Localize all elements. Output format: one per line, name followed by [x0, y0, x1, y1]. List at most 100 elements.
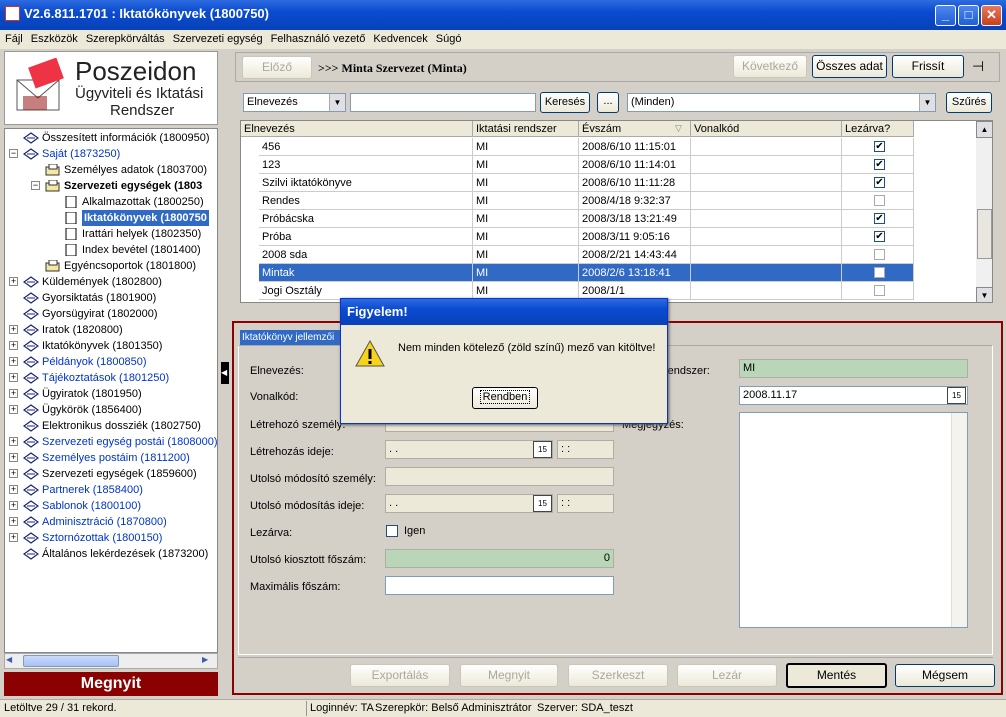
expand-icon[interactable]: + — [9, 389, 18, 398]
tree-item[interactable]: + Küldemények (1802800) — [5, 274, 217, 290]
tree-item[interactable]: + Szervezeti egységek (1859600) — [5, 466, 217, 482]
scroll-right-icon[interactable]: ▶ — [202, 655, 216, 667]
checked-checkbox[interactable]: ✔ — [874, 159, 885, 170]
table-cell[interactable]: Szilvi iktatókönyve — [259, 174, 473, 192]
calendar-icon[interactable]: 15 — [533, 441, 552, 458]
expand-icon[interactable]: + — [9, 325, 18, 334]
note-scrollbar[interactable] — [951, 413, 967, 627]
table-cell[interactable]: MI — [473, 264, 579, 282]
expand-icon[interactable]: + — [9, 405, 18, 414]
scroll-thumb[interactable] — [23, 655, 119, 667]
expand-icon[interactable]: + — [9, 485, 18, 494]
maximize-button[interactable]: □ — [958, 5, 979, 26]
table-cell[interactable]: 456 — [259, 138, 473, 156]
expand-icon[interactable]: + — [9, 501, 18, 510]
calendar-icon[interactable]: 15 — [533, 495, 552, 512]
table-cell[interactable] — [691, 138, 842, 156]
filter-select[interactable]: (Minden) ▼ — [627, 93, 936, 112]
column-header[interactable]: Iktatási rendszer — [473, 121, 579, 137]
expand-icon[interactable]: + — [9, 373, 18, 382]
collapse-panel-icon[interactable]: ◀ — [221, 362, 229, 384]
sort-icon[interactable]: ▽ — [675, 123, 682, 134]
checked-checkbox[interactable]: ✔ — [874, 213, 885, 224]
expand-icon[interactable]: + — [9, 341, 18, 350]
table-cell[interactable] — [691, 174, 842, 192]
table-cell[interactable]: MI — [473, 192, 579, 210]
save-button[interactable]: Mentés — [786, 663, 887, 688]
table-cell[interactable]: MI — [473, 156, 579, 174]
tree-item[interactable]: Általános lekérdezések (1873200) — [5, 546, 217, 562]
table-cell[interactable]: 2008/4/18 9:32:37 — [579, 192, 691, 210]
search-button[interactable]: Keresés — [540, 92, 590, 113]
table-cell[interactable]: 2008/3/11 9:05:16 — [579, 228, 691, 246]
expand-icon[interactable]: + — [9, 533, 18, 542]
tree-item[interactable]: Elektronikus dossziék (1802750) — [5, 418, 217, 434]
table-cell[interactable]: 2008/6/10 11:11:28 — [579, 174, 691, 192]
checked-checkbox[interactable]: ✔ — [874, 141, 885, 152]
expand-icon[interactable]: + — [9, 277, 18, 286]
table-cell[interactable]: Rendes — [259, 192, 473, 210]
table-cell[interactable]: Próba — [259, 228, 473, 246]
date-field[interactable]: 2008.11.17 — [739, 386, 968, 405]
tree-item[interactable]: Személyes adatok (1803700) — [5, 162, 217, 178]
expand-icon[interactable]: + — [9, 469, 18, 478]
tree-item[interactable]: Index bevétel (1801400) — [5, 242, 217, 258]
all-data-button[interactable]: Összes adat — [812, 55, 887, 78]
unchecked-checkbox[interactable] — [874, 285, 885, 296]
expand-icon[interactable]: + — [9, 357, 18, 366]
scroll-down-icon[interactable]: ▼ — [976, 287, 992, 302]
tree-item[interactable]: + Tájékoztatások (1801250) — [5, 370, 217, 386]
refresh-button[interactable]: Frissít — [892, 55, 964, 78]
menu-role-switch[interactable]: Szerepkörváltás — [81, 30, 168, 45]
calendar-icon[interactable]: 15 — [947, 387, 966, 404]
scroll-left-icon[interactable]: ◀ — [6, 655, 20, 667]
table-cell[interactable]: 2008 sda — [259, 246, 473, 264]
tree-item[interactable]: + Adminisztráció (1870800) — [5, 514, 217, 530]
max-main-number-field[interactable] — [385, 576, 614, 595]
collapse-icon[interactable]: − — [31, 181, 40, 190]
table-cell[interactable] — [691, 282, 842, 300]
table-cell[interactable]: 2008/2/21 14:43:44 — [579, 246, 691, 264]
tree-item[interactable]: − Szervezeti egységek (1803 — [5, 178, 217, 194]
column-header[interactable]: Vonalkód — [691, 121, 842, 137]
tab-properties[interactable]: Iktatókönyv jellemzői — [240, 330, 342, 345]
minimize-button[interactable]: _ — [935, 5, 956, 26]
menu-org-unit[interactable]: Szervezeti egység — [168, 30, 266, 45]
table-cell[interactable]: MI — [473, 138, 579, 156]
filter-button[interactable]: Szűrés — [946, 92, 992, 113]
table-cell[interactable] — [691, 228, 842, 246]
note-textarea[interactable] — [739, 412, 968, 628]
tree-item[interactable]: Összesített információk (1800950) — [5, 130, 217, 146]
unchecked-checkbox[interactable] — [874, 195, 885, 206]
table-cell[interactable]: 2008/6/10 11:14:01 — [579, 156, 691, 174]
expand-icon[interactable]: + — [9, 517, 18, 526]
next-button[interactable]: Következő — [733, 55, 807, 78]
open-panel-button[interactable]: Megnyit — [4, 672, 218, 696]
open-button[interactable]: Megnyit — [460, 664, 558, 687]
tree-item[interactable]: + Példányok (1800850) — [5, 354, 217, 370]
checked-checkbox[interactable]: ✔ — [874, 231, 885, 242]
table-cell[interactable] — [691, 264, 842, 282]
tree-item[interactable]: Irattári helyek (1802350) — [5, 226, 217, 242]
table-cell[interactable]: 123 — [259, 156, 473, 174]
tree-horizontal-scrollbar[interactable]: ◀ ▶ — [4, 653, 218, 669]
menu-file[interactable]: Fájl — [0, 30, 26, 45]
menu-favorites[interactable]: Kedvencek — [368, 30, 430, 45]
tree-item[interactable]: Gyorsiktatás (1801900) — [5, 290, 217, 306]
column-header[interactable]: Elnevezés — [241, 121, 473, 137]
scroll-thumb[interactable] — [977, 209, 992, 259]
expand-icon[interactable]: + — [9, 453, 18, 462]
tree-item[interactable]: + Ügykörök (1856400) — [5, 402, 217, 418]
tree-item[interactable]: + Sablonok (1800100) — [5, 498, 217, 514]
table-cell[interactable]: 2008/6/10 11:15:01 — [579, 138, 691, 156]
expand-icon[interactable]: + — [9, 437, 18, 446]
search-input[interactable] — [350, 93, 536, 112]
checked-checkbox[interactable]: ✔ — [874, 177, 885, 188]
lock-button[interactable]: Lezár — [677, 664, 777, 687]
menu-tools[interactable]: Eszközök — [26, 30, 81, 45]
search-field-select[interactable]: Elnevezés ▼ — [243, 93, 346, 112]
grid-vertical-scrollbar[interactable]: ▲ ▼ — [976, 121, 992, 302]
tree-item[interactable]: Iktatókönyvek (1800750 — [5, 210, 217, 226]
tree-item[interactable]: + Szervezeti egység postái (1808000) — [5, 434, 217, 450]
tree-item[interactable]: Egyéncsoportok (1801800) — [5, 258, 217, 274]
